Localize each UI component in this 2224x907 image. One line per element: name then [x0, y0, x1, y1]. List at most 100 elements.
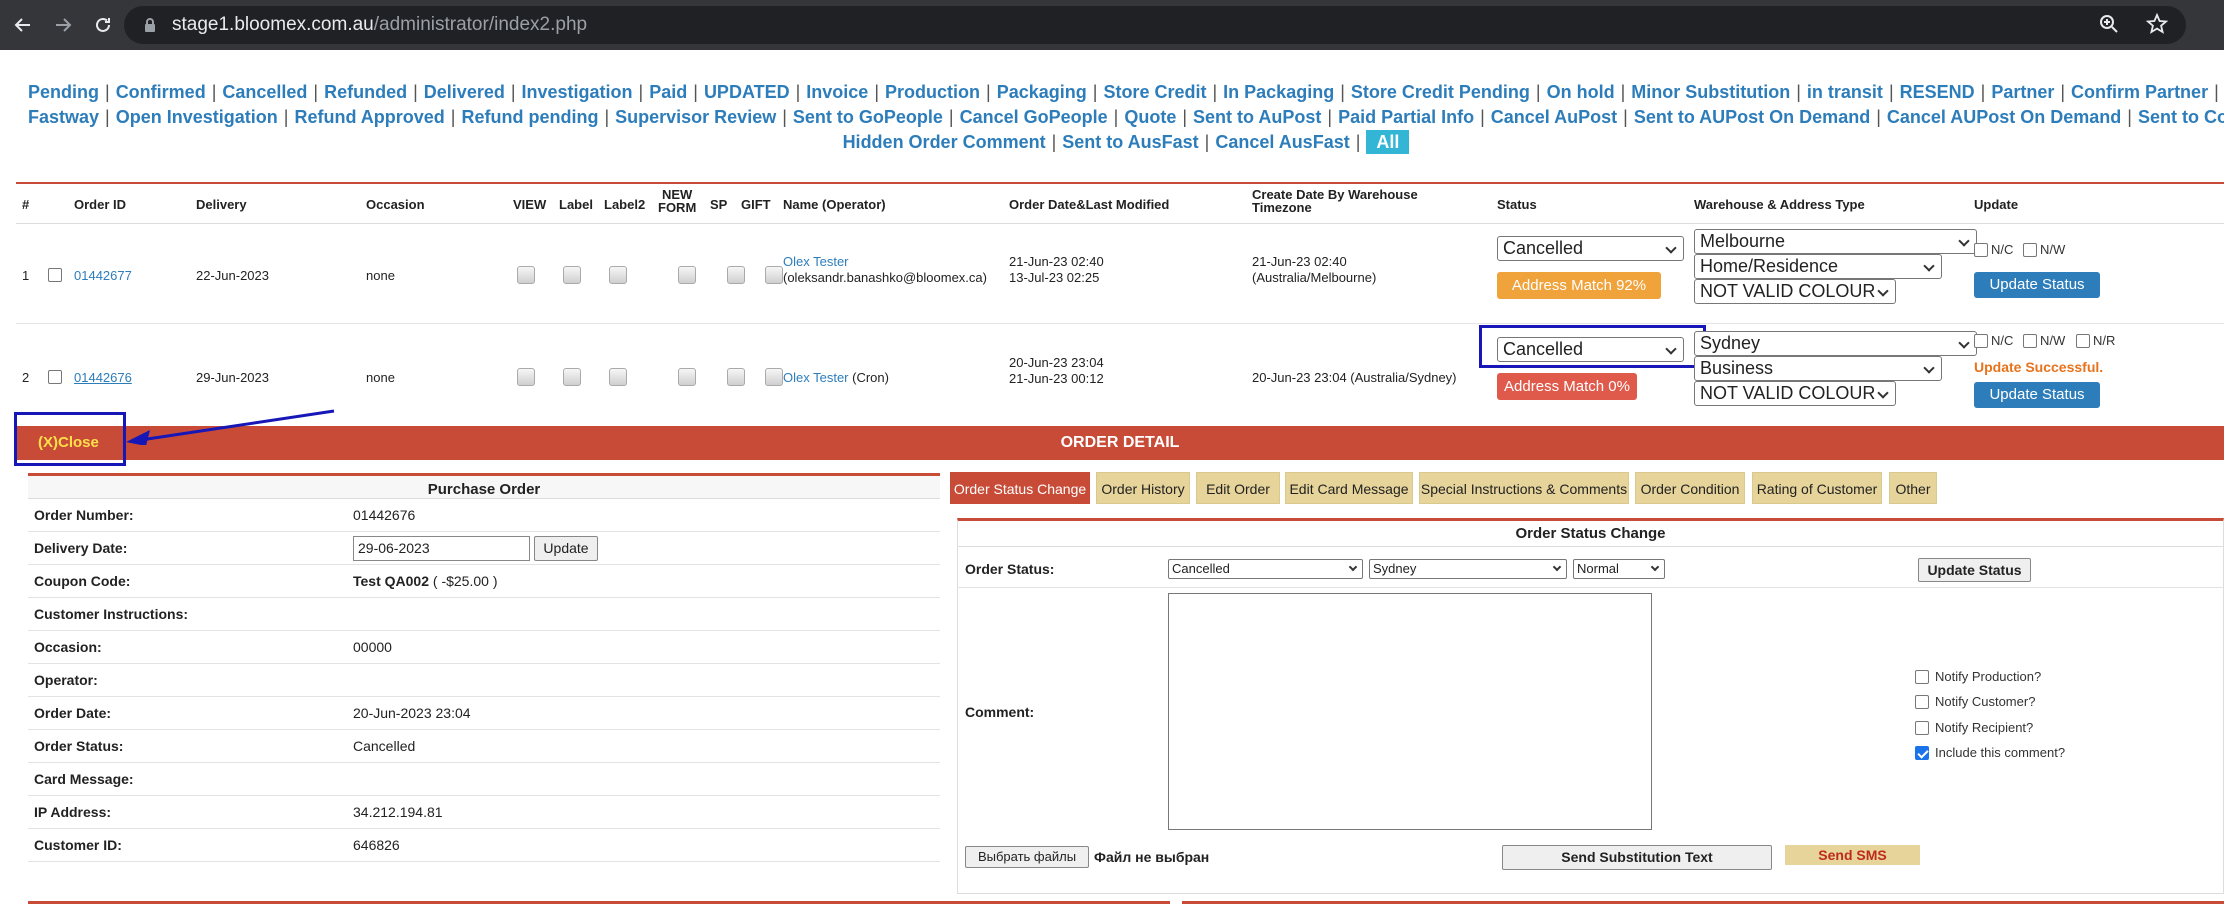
status-link-delivered[interactable]: Delivered [424, 82, 505, 102]
status-link-cancel-aupost-on-demand[interactable]: Cancel AUPost On Demand [1887, 107, 2121, 127]
back-arrow-icon[interactable] [6, 8, 40, 42]
row-checkbox[interactable] [48, 370, 62, 384]
status-link-cancel-ausfast[interactable]: Cancel AusFast [1215, 132, 1349, 152]
status-link-on-hold[interactable]: On hold [1547, 82, 1615, 102]
gift-icon[interactable] [765, 266, 783, 284]
status-link-supervisor-review[interactable]: Supervisor Review [615, 107, 776, 127]
label2-icon[interactable] [609, 368, 627, 386]
reload-icon[interactable] [86, 8, 120, 42]
update-status-button[interactable]: Update Status [1974, 272, 2100, 298]
nw-checkbox[interactable] [2023, 333, 2037, 348]
tab-edit-order[interactable]: Edit Order [1196, 472, 1280, 504]
status-link-packaging[interactable]: Packaging [997, 82, 1087, 102]
status-link-sent-to-ausfast[interactable]: Sent to AusFast [1062, 132, 1198, 152]
tab-order-condition[interactable]: Order Condition [1635, 472, 1745, 504]
include-comment-checkbox[interactable] [1915, 745, 1929, 760]
delivery-date-input[interactable]: 29-06-2023 [353, 536, 530, 561]
nr-checkbox[interactable] [2076, 333, 2090, 348]
status-link-refund-pending[interactable]: Refund pending [461, 107, 598, 127]
order-status-update-button[interactable]: Update Status [1918, 558, 2031, 582]
bookmark-star-icon[interactable] [2145, 12, 2169, 35]
status-link-hidden-order-comment[interactable]: Hidden Order Comment [843, 132, 1046, 152]
colour-select[interactable]: NOT VALID COLOUR [1694, 381, 1896, 406]
status-link-sent-to-aupost-on-demand[interactable]: Sent to AUPost On Demand [1634, 107, 1870, 127]
status-link-updated[interactable]: UPDATED [704, 82, 790, 102]
status-link-store-credit-pending[interactable]: Store Credit Pending [1351, 82, 1530, 102]
send-substitution-text-button[interactable]: Send Substitution Text [1502, 845, 1772, 870]
status-link-open-investigation[interactable]: Open Investigation [116, 107, 278, 127]
notify-production-checkbox[interactable] [1915, 669, 1929, 684]
customer-name-link[interactable]: Olex Tester [783, 370, 849, 385]
address-type-select[interactable]: Home/Residence [1694, 254, 1942, 279]
tab-rating-of-customer[interactable]: Rating of Customer [1752, 472, 1882, 504]
status-link-store-credit[interactable]: Store Credit [1103, 82, 1206, 102]
status-link-partner[interactable]: Partner [1991, 82, 2054, 102]
status-link-quote[interactable]: Quote [1124, 107, 1176, 127]
status-link-paid[interactable]: Paid [649, 82, 687, 102]
status-link-cancel-aupost[interactable]: Cancel AuPost [1491, 107, 1617, 127]
send-sms-button[interactable]: Send SMS [1785, 845, 1920, 865]
delivery-date-update-button[interactable]: Update [534, 536, 598, 561]
status-link-pending[interactable]: Pending [28, 82, 99, 102]
address-type-select[interactable]: Business [1694, 356, 1942, 381]
nc-checkbox[interactable] [1974, 333, 1988, 348]
status-link-invoice[interactable]: Invoice [806, 82, 868, 102]
row-checkbox[interactable] [48, 268, 62, 282]
nw-checkbox[interactable] [2023, 242, 2037, 257]
status-select[interactable]: Cancelled [1497, 236, 1684, 261]
status-link-production[interactable]: Production [885, 82, 980, 102]
nc-checkbox[interactable] [1974, 242, 1988, 257]
status-link-paid-partial-info[interactable]: Paid Partial Info [1338, 107, 1474, 127]
comment-textarea[interactable] [1168, 593, 1652, 830]
view-icon[interactable] [517, 266, 535, 284]
notify-recipient-checkbox[interactable] [1915, 720, 1929, 735]
warehouse-select[interactable]: Sydney [1369, 559, 1567, 579]
warehouse-select[interactable]: Sydney [1694, 331, 1977, 356]
warehouse-select[interactable]: Melbourne [1694, 229, 1977, 254]
address-bar[interactable]: stage1.bloomex.com.au/administrator/inde… [124, 6, 2186, 44]
order-status-select[interactable]: Cancelled [1168, 559, 1363, 579]
zoom-icon[interactable] [2098, 13, 2120, 35]
status-link-sent-to-aupost[interactable]: Sent to AuPost [1193, 107, 1321, 127]
status-link-all[interactable]: All [1366, 130, 1410, 154]
choose-files-button[interactable]: Выбрать файлы [965, 846, 1089, 868]
status-link-cancel-gopeople[interactable]: Cancel GoPeople [960, 107, 1108, 127]
status-link-in-transit[interactable]: in transit [1807, 82, 1883, 102]
colour-select[interactable]: NOT VALID COLOUR [1694, 279, 1896, 304]
tab-edit-card-message[interactable]: Edit Card Message [1285, 472, 1413, 504]
sp-icon[interactable] [727, 266, 745, 284]
status-link-resend[interactable]: RESEND [1900, 82, 1975, 102]
notify-production-label: Notify Production? [1935, 669, 2042, 684]
order-id-link[interactable]: 01442676 [74, 370, 132, 385]
gift-icon[interactable] [765, 368, 783, 386]
status-link-refund-approved[interactable]: Refund Approved [294, 107, 444, 127]
delivery-date: 22-Jun-2023 [196, 268, 269, 283]
order-id-link[interactable]: 01442677 [74, 268, 132, 283]
status-link-confirmed[interactable]: Confirmed [116, 82, 206, 102]
tab-order-status-change[interactable]: Order Status Change [950, 472, 1090, 504]
sp-icon[interactable] [727, 368, 745, 386]
update-status-button[interactable]: Update Status [1974, 382, 2100, 408]
customer-name-link[interactable]: Olex Tester [783, 254, 849, 269]
tab-other[interactable]: Other [1889, 472, 1937, 504]
status-link-investigation[interactable]: Investigation [522, 82, 633, 102]
status-link-in-packaging[interactable]: In Packaging [1223, 82, 1334, 102]
new-form-icon[interactable] [678, 368, 696, 386]
label2-icon[interactable] [609, 266, 627, 284]
label-icon[interactable] [563, 266, 581, 284]
forward-arrow-icon[interactable] [46, 8, 80, 42]
status-link-refunded[interactable]: Refunded [324, 82, 407, 102]
new-form-icon[interactable] [678, 266, 696, 284]
label-icon[interactable] [563, 368, 581, 386]
view-icon[interactable] [517, 368, 535, 386]
tab-order-history[interactable]: Order History [1096, 472, 1190, 504]
status-link-fastway[interactable]: Fastway [28, 107, 99, 127]
status-link-confirm-partner[interactable]: Confirm Partner [2071, 82, 2208, 102]
tab-special-instructions[interactable]: Special Instructions & Comments [1419, 472, 1629, 504]
notify-customer-checkbox[interactable] [1915, 694, 1929, 709]
priority-select[interactable]: Normal [1573, 559, 1665, 579]
status-link-cancelled[interactable]: Cancelled [222, 82, 307, 102]
status-link-sent-to-gopeople[interactable]: Sent to GoPeople [793, 107, 943, 127]
status-link-sent-to-couriersplease[interactable]: Sent to CouriersPlease [2138, 107, 2224, 127]
status-link-minor-substitution[interactable]: Minor Substitution [1631, 82, 1790, 102]
